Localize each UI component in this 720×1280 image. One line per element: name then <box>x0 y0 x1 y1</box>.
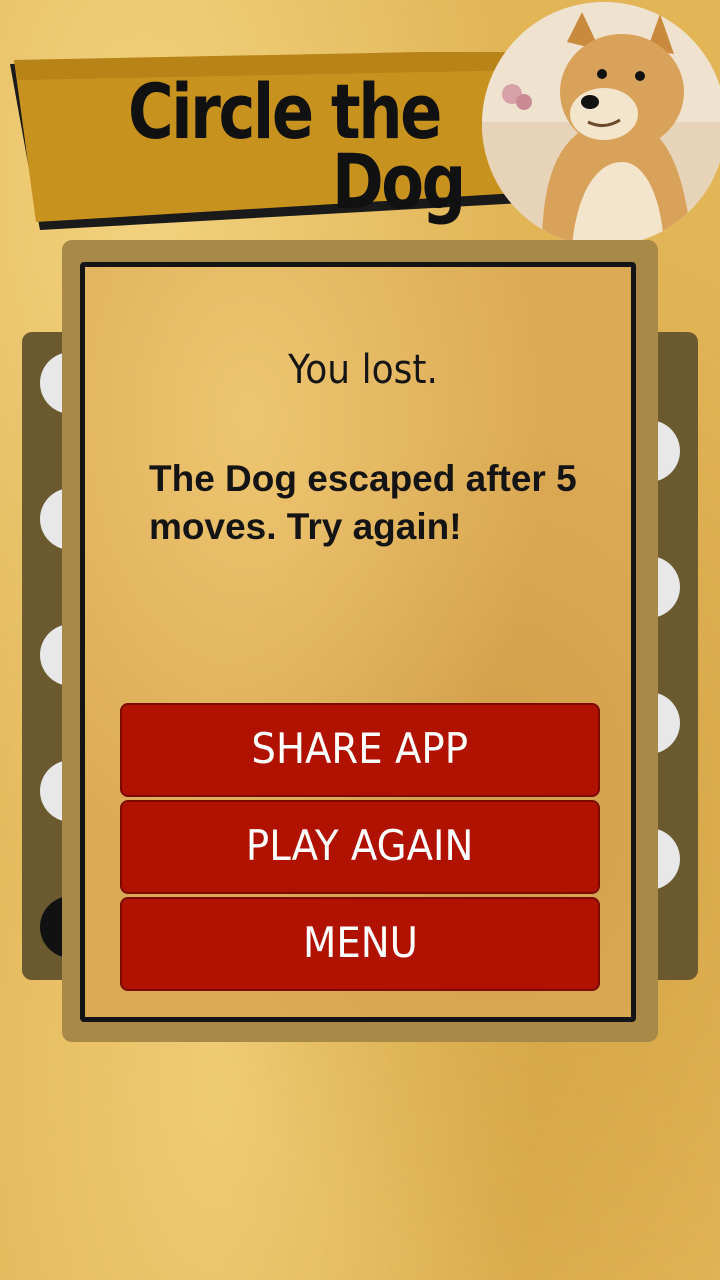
play-again-button[interactable]: PLAY AGAIN <box>120 800 600 894</box>
menu-button[interactable]: MENU <box>120 897 600 991</box>
share-app-label: SHARE APP <box>251 724 469 773</box>
shiba-dog-icon <box>482 2 720 246</box>
share-app-button[interactable]: SHARE APP <box>120 703 600 797</box>
play-again-label: PLAY AGAIN <box>246 821 474 870</box>
result-status: You lost. <box>288 347 438 393</box>
dog-avatar <box>482 2 720 246</box>
result-message: The Dog escaped after 5 moves. Try again… <box>149 458 577 547</box>
menu-label: MENU <box>302 918 418 967</box>
title-line-2: Dog <box>332 137 466 226</box>
